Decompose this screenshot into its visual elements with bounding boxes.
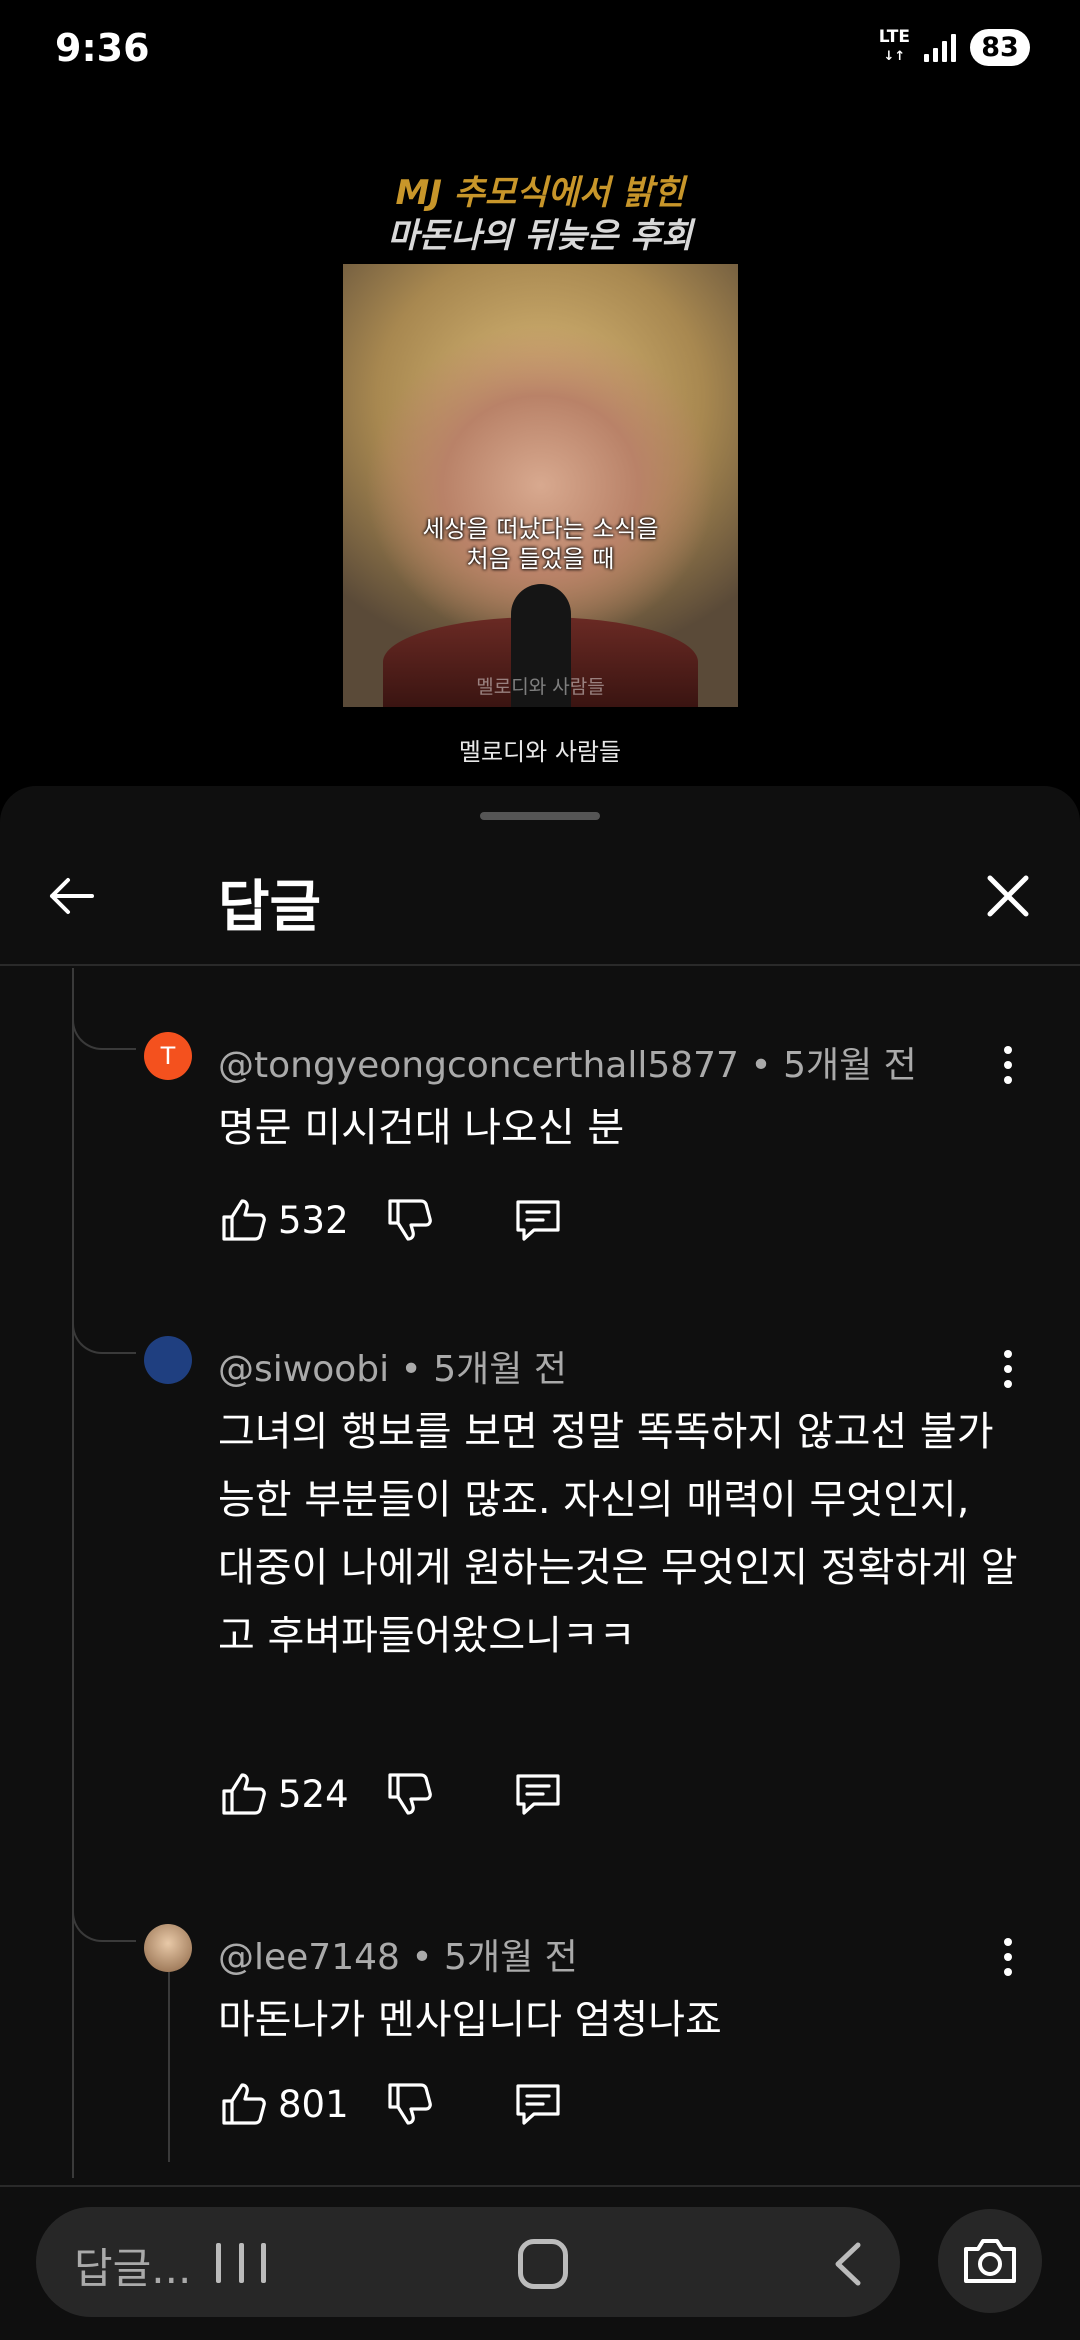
camera-icon: [964, 2239, 1016, 2283]
reply-input-placeholder: 답글...: [74, 2244, 192, 2293]
replies-sheet: 답글 T @tongyeongconcerthall5877 • 5개월 전 명…: [0, 786, 1080, 2340]
close-icon: [987, 875, 1029, 917]
thread-line: [168, 1972, 170, 2162]
thread-connector: [72, 1292, 136, 1354]
video-caption: 세상을 떠났다는 소식을 처음 들었을 때: [343, 514, 738, 574]
reply-meta: @lee7148 • 5개월 전: [218, 1937, 578, 1978]
thumbs-up-icon[interactable]: [218, 1195, 268, 1245]
thumbs-up-icon[interactable]: [218, 2079, 268, 2129]
like-count: 532: [278, 1198, 349, 1242]
reply-text: 마돈나가 멘사입니다 엄청나죠: [218, 1997, 722, 2043]
video-caption-line2: 처음 들었을 때: [466, 545, 615, 573]
video-frame: 세상을 떠났다는 소식을 처음 들었을 때 멜로디와 사람들: [343, 264, 738, 707]
arrow-left-icon: [50, 878, 94, 914]
thumbs-down-icon[interactable]: [384, 2079, 434, 2129]
more-options-button[interactable]: [990, 1040, 1026, 1090]
recents-nav-button[interactable]: [216, 2243, 266, 2283]
camera-button[interactable]: [938, 2209, 1042, 2313]
reply-author[interactable]: @siwoobi: [218, 1349, 389, 1390]
back-nav-button[interactable]: [822, 2237, 876, 2291]
thumbs-down-icon[interactable]: [384, 1195, 434, 1245]
reply-text: 명문 미시건대 나오신 분: [218, 1105, 625, 1151]
video-title-line1: MJ 추모식에서 밝힌: [395, 173, 685, 213]
reply-input-bar: 답글...: [0, 2185, 1080, 2340]
reply-author[interactable]: @tongyeongconcerthall5877: [218, 1045, 739, 1086]
reply-meta: @siwoobi • 5개월 전: [218, 1349, 567, 1390]
avatar[interactable]: T: [144, 1032, 192, 1080]
reply-actions: 532: [218, 1190, 564, 1250]
reply-time: 5개월 전: [783, 1045, 917, 1086]
avatar[interactable]: [144, 1336, 192, 1384]
avatar[interactable]: [144, 1924, 192, 1972]
video-title-line2: 마돈나의 뒤늦은 후회: [387, 216, 693, 256]
thread-line: [72, 968, 74, 2178]
reply-actions: 801: [218, 2074, 564, 2134]
thread-connector: [72, 1880, 136, 1942]
status-time: 9:36: [55, 26, 150, 70]
sheet-header: 답글: [0, 826, 1080, 966]
lte-icon: LTE ↓↑: [878, 27, 910, 64]
comment-icon[interactable]: [512, 2078, 564, 2130]
reply-author[interactable]: @lee7148: [218, 1937, 400, 1978]
video-watermark: 멜로디와 사람들: [476, 676, 605, 698]
status-bar: 9:36 LTE ↓↑ 83: [0, 0, 1080, 100]
comment-icon[interactable]: [512, 1194, 564, 1246]
thread-connector: [72, 988, 136, 1050]
close-button[interactable]: [976, 864, 1040, 928]
like-count: 524: [278, 1772, 349, 1816]
back-button[interactable]: [40, 864, 104, 928]
thumbs-up-icon[interactable]: [218, 1769, 268, 1819]
home-nav-button[interactable]: [518, 2239, 568, 2289]
reply-time: 5개월 전: [444, 1937, 578, 1978]
reply-time: 5개월 전: [433, 1349, 567, 1390]
thumbs-down-icon[interactable]: [384, 1769, 434, 1819]
sheet-title: 답글: [218, 875, 322, 940]
video-player[interactable]: MJ 추모식에서 밝힌 마돈나의 뒤늦은 후회 세상을 떠났다는 소식을 처음 …: [0, 160, 1080, 780]
reply-meta: @tongyeongconcerthall5877 • 5개월 전: [218, 1045, 917, 1086]
reply-actions: 524: [218, 1764, 564, 1824]
status-icons: LTE ↓↑ 83: [879, 28, 1030, 66]
video-channel-name: 멜로디와 사람들: [458, 738, 622, 766]
comment-icon[interactable]: [512, 1768, 564, 1820]
more-options-button[interactable]: [990, 1344, 1026, 1394]
more-options-button[interactable]: [990, 1932, 1026, 1982]
video-caption-line1: 세상을 떠났다는 소식을: [422, 515, 659, 543]
like-count: 801: [278, 2082, 349, 2126]
drag-handle[interactable]: [480, 812, 600, 820]
battery-level: 83: [970, 28, 1030, 66]
reply-text: 그녀의 행보를 보면 정말 똑똑하지 않고선 불가능한 부분들이 많죠. 자신의…: [218, 1409, 1018, 1659]
reply-input[interactable]: 답글...: [36, 2207, 900, 2317]
signal-icon: [924, 32, 956, 62]
network-type: LTE: [878, 27, 910, 47]
